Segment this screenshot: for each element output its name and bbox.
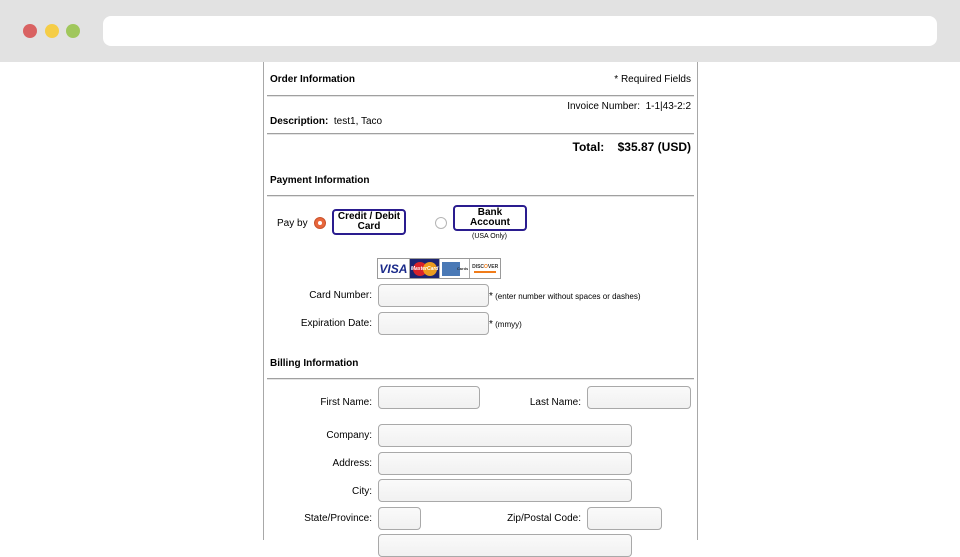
card-number-label: Card Number: — [309, 290, 372, 301]
mastercard-logo: MasterCard — [409, 259, 441, 278]
credit-debit-card-button[interactable]: Credit / Debit Card — [332, 209, 406, 235]
description: Description: test1, Taco — [270, 116, 382, 127]
discover-logo: DISCOVER — [470, 259, 500, 278]
divider — [267, 133, 694, 135]
expiration-date-input[interactable] — [378, 312, 489, 335]
amex-logo: Cards — [440, 259, 471, 278]
close-window-button[interactable] — [23, 24, 37, 38]
zip-postal-code-input[interactable] — [587, 507, 662, 530]
divider — [267, 195, 694, 197]
invoice-number-label: Invoice Number: — [567, 101, 641, 112]
divider — [267, 95, 694, 97]
minimize-window-button[interactable] — [45, 24, 59, 38]
country-input[interactable] — [378, 534, 632, 557]
address-label: Address: — [332, 458, 372, 469]
company-input[interactable] — [378, 424, 632, 447]
payment-form-page: Order Information * Required Fields Invo… — [263, 62, 698, 557]
invoice-number: Invoice Number: 1-1|43-2:2 — [567, 101, 691, 112]
address-bar[interactable] — [103, 16, 937, 46]
bank-account-radio[interactable] — [435, 217, 447, 229]
accepted-cards-logos: VISA MasterCard Cards DISCOVER — [377, 258, 501, 279]
order-information-heading: Order Information — [270, 74, 356, 85]
credit-card-radio[interactable] — [314, 217, 326, 229]
pay-by-label: Pay by — [277, 218, 308, 229]
expiration-date-label: Expiration Date: — [300, 318, 372, 329]
bank-account-note: (USA Only) — [472, 233, 508, 240]
last-name-label: Last Name: — [529, 397, 581, 408]
bank-account-button[interactable]: Bank Account — [453, 205, 527, 231]
maximize-window-button[interactable] — [66, 24, 80, 38]
expiration-date-hint: * (mmyy) — [489, 319, 522, 330]
state-province-input[interactable] — [378, 507, 421, 530]
card-number-hint: * (enter number without spaces or dashes… — [489, 291, 641, 302]
payment-information-heading: Payment Information — [270, 175, 370, 186]
order-total: Total: $35.87 (USD) — [573, 140, 692, 154]
first-name-label: First Name: — [320, 397, 372, 408]
browser-chrome — [0, 0, 960, 62]
card-number-input[interactable] — [378, 284, 489, 307]
company-label: Company: — [326, 430, 372, 441]
description-label: Description: — [270, 116, 329, 127]
description-value: test1, Taco — [333, 116, 383, 127]
required-fields-note: * Required Fields — [614, 74, 691, 85]
billing-information-heading: Billing Information — [270, 358, 359, 369]
address-input[interactable] — [378, 452, 632, 475]
state-province-label: State/Province: — [304, 513, 372, 524]
first-name-input[interactable] — [378, 386, 480, 409]
total-value: $35.87 (USD) — [617, 140, 691, 154]
last-name-input[interactable] — [587, 386, 691, 409]
city-input[interactable] — [378, 479, 632, 502]
divider — [267, 378, 694, 380]
visa-logo: VISA — [378, 259, 410, 278]
total-label: Total: — [572, 140, 605, 154]
zip-postal-code-label: Zip/Postal Code: — [507, 513, 581, 524]
city-label: City: — [352, 486, 372, 497]
invoice-number-value: 1-1|43-2:2 — [645, 101, 691, 112]
